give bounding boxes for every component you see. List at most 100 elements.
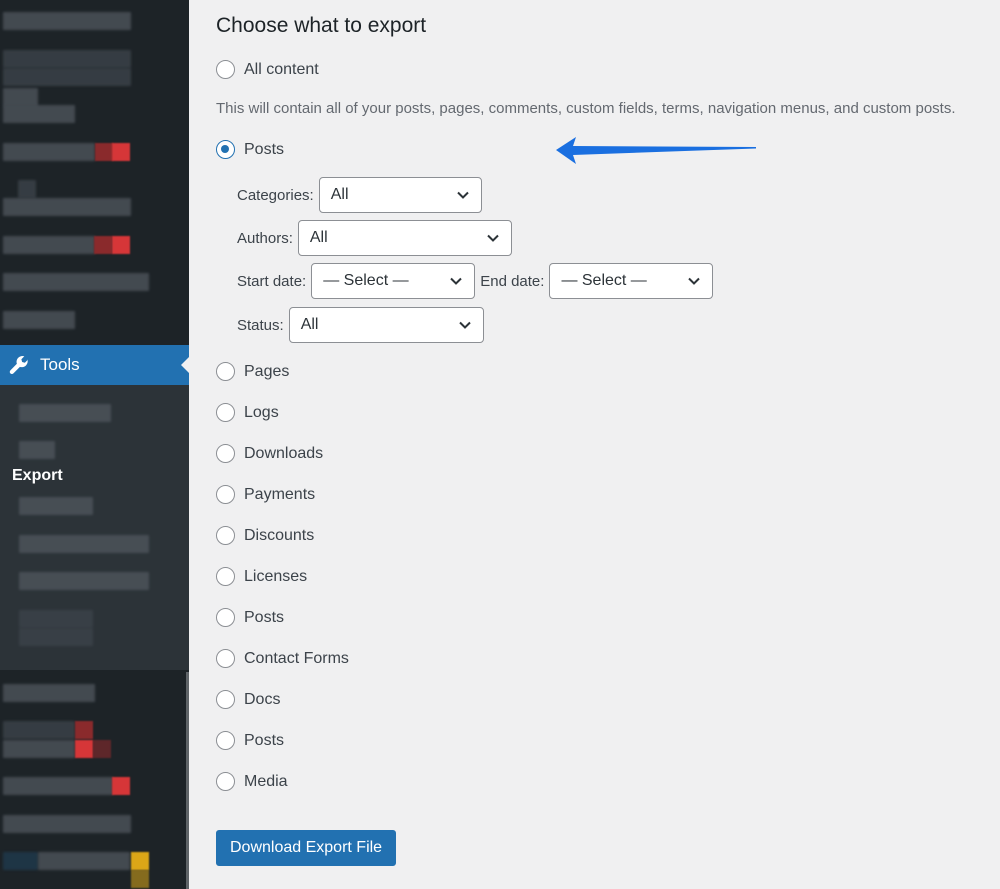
blurred-submenu-item[interactable] [19,610,93,628]
notification-badge [131,870,149,888]
submenu-item-export[interactable]: Export [12,467,63,485]
radio-button[interactable] [216,526,235,545]
blurred-menu-item[interactable] [3,143,95,161]
radio-label: Media [244,772,288,790]
radio-media[interactable]: Media [216,772,288,791]
radio-button[interactable] [216,608,235,627]
categories-label: Categories: [237,186,314,204]
radio-posts-2[interactable]: Posts [216,608,284,627]
download-export-file-button[interactable]: Download Export File [216,830,397,866]
chevron-down-icon [688,277,701,285]
radio-button[interactable] [216,485,235,504]
chevron-down-icon [457,191,469,199]
authors-field: Authors: All [237,220,512,256]
notification-badge [112,143,130,161]
radio-docs[interactable]: Docs [216,690,280,709]
radio-contact-forms[interactable]: Contact Forms [216,649,349,668]
radio-label: Downloads [244,444,324,462]
status-value: All [300,316,319,333]
start-date-label: Start date: [237,272,307,290]
annotation-arrow-icon [556,137,756,164]
notification-badge [75,740,93,758]
all-content-description: This will contain all of your posts, pag… [216,100,956,117]
blurred-menu-icon [3,852,38,870]
radio-button[interactable] [216,690,235,709]
blurred-menu-item[interactable] [3,198,131,216]
sidebar-item-tools-label: Tools [40,355,80,374]
radio-label: Logs [244,403,279,421]
blurred-menu-item[interactable] [3,815,131,833]
authors-select[interactable]: All [297,220,512,256]
blurred-submenu-item[interactable] [19,441,55,459]
status-label: Status: [237,316,284,334]
blurred-menu-item[interactable] [3,273,149,291]
blurred-menu-item[interactable] [3,50,131,68]
authors-label: Authors: [237,229,293,247]
radio-button[interactable] [216,444,235,463]
notification-badge [75,721,93,739]
radio-licenses[interactable]: Licenses [216,567,307,586]
radio-button[interactable] [216,731,235,750]
blurred-submenu-item[interactable] [19,535,149,553]
categories-value: All [330,186,349,203]
radio-posts[interactable]: Posts [216,140,284,159]
blurred-menu-item[interactable] [3,105,75,123]
notification-badge [94,236,112,254]
blurred-menu-item[interactable] [3,12,131,30]
radio-label: Posts [244,140,285,158]
status-field: Status: All [237,307,484,343]
start-date-select[interactable]: — Select — [311,263,476,299]
end-date-value: — Select — [561,272,647,289]
radio-button[interactable] [216,403,235,422]
radio-button[interactable] [216,772,235,791]
radio-label: Discounts [244,526,315,544]
end-date-label: End date: [480,272,545,290]
blurred-submenu-item[interactable] [19,572,149,590]
end-date-select[interactable]: — Select — [549,263,714,299]
sidebar-scrollbar[interactable] [186,672,189,889]
radio-button[interactable] [216,649,235,668]
radio-button[interactable] [216,567,235,586]
page-heading: Choose what to export [216,14,427,37]
sidebar-item-tools[interactable]: Tools [0,345,189,385]
radio-button-checked[interactable] [216,140,235,159]
blurred-menu-item[interactable] [3,777,113,795]
radio-payments[interactable]: Payments [216,485,315,504]
notification-badge [131,852,149,870]
radio-discounts[interactable]: Discounts [216,526,314,545]
date-range-field: Start date: — Select — End date: — Selec… [237,263,714,299]
blurred-submenu-item[interactable] [19,404,111,422]
status-select[interactable]: All [288,307,484,343]
blurred-menu-item [3,68,131,86]
radio-downloads[interactable]: Downloads [216,444,323,463]
categories-select[interactable]: All [318,177,482,213]
radio-label: Pages [244,362,290,380]
notification-badge [95,143,113,161]
admin-sidebar: Tools Export [0,0,189,889]
radio-label: Contact Forms [244,649,349,667]
blurred-menu-item[interactable] [3,684,95,702]
blurred-menu-item[interactable] [3,311,75,329]
authors-value: All [309,229,328,246]
blurred-submenu-item[interactable] [19,497,93,515]
radio-pages[interactable]: Pages [216,362,289,381]
radio-button[interactable] [216,362,235,381]
radio-posts-3[interactable]: Posts [216,731,284,750]
radio-button[interactable] [216,60,235,79]
radio-label: Licenses [244,567,308,585]
blurred-submenu-item [19,628,93,646]
blurred-menu-item[interactable] [3,740,75,758]
notification-badge [93,740,111,758]
radio-all-content[interactable]: All content [216,60,319,79]
blurred-menu-item [18,180,36,198]
blurred-menu-item [3,88,38,106]
categories-field: Categories: All [237,177,482,213]
radio-label: Posts [244,608,285,626]
radio-label: All content [244,60,319,78]
blurred-menu-item [3,721,75,739]
blurred-menu-item[interactable] [38,852,130,870]
start-date-value: — Select — [323,272,409,289]
blurred-menu-item[interactable] [3,236,95,254]
radio-logs[interactable]: Logs [216,403,279,422]
chevron-down-icon [450,277,462,285]
